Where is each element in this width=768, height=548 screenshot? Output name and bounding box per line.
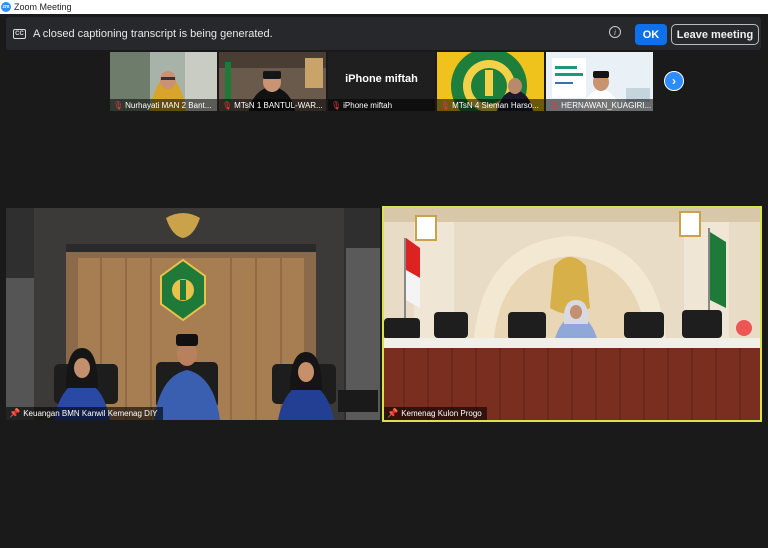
participant-thumbnail[interactable]: 🎙 MTsN 1 BANTUL-WAR... (219, 52, 326, 111)
mic-muted-icon: 🎙 (331, 100, 342, 110)
ok-button[interactable]: OK (635, 24, 667, 45)
window-titlebar: zm Zoom Meeting (0, 0, 768, 14)
participant-name: MTsN 4 Sleman Harso... (452, 100, 539, 110)
main-video-left[interactable]: 📌 Keuangan BMN Kanwil Kemenag DIY (6, 208, 380, 420)
participant-thumbnail[interactable]: 🎙 Nurhayati MAN 2 Bant... (110, 52, 217, 111)
participant-name: Kemenag Kulon Progo (401, 409, 482, 418)
mic-muted-icon: 🎙 (549, 100, 560, 110)
participant-thumbnail[interactable]: 🎙 MTsN 4 Sleman Harso... (437, 52, 544, 111)
leave-meeting-button[interactable]: Leave meeting (671, 24, 759, 45)
pin-icon: 📌 (387, 408, 399, 418)
participant-video (384, 208, 760, 420)
participant-name: iPhone miftah (343, 100, 393, 110)
participant-thumbnail[interactable]: iPhone miftah 🎙 iPhone miftah (328, 52, 435, 111)
window-title: Zoom Meeting (14, 2, 72, 12)
mic-muted-icon: 🎙 (113, 100, 124, 110)
participant-name: MTsN 1 BANTUL-WAR... (234, 100, 323, 110)
participant-thumbnail[interactable]: 🎙 HERNAWAN_KUAGIRI... (546, 52, 653, 111)
chevron-right-icon[interactable]: › (664, 71, 684, 91)
participant-name: HERNAWAN_KUAGIRI... (561, 100, 652, 110)
participant-name: Keuangan BMN Kanwil Kemenag DIY (23, 409, 158, 418)
pin-icon: 📌 (9, 408, 21, 418)
captions-message: A closed captioning transcript is being … (33, 27, 273, 40)
mic-muted-icon: 🎙 (222, 100, 233, 110)
participant-display-name: iPhone miftah (345, 73, 418, 85)
closed-caption-icon: CC (13, 28, 26, 39)
captions-notice-bar: CC A closed captioning transcript is bei… (6, 17, 761, 50)
participant-video (6, 208, 380, 420)
participant-name: Nurhayati MAN 2 Bant... (125, 100, 212, 110)
mic-muted-icon: 🎙 (440, 100, 451, 110)
zoom-logo-icon: zm (1, 2, 11, 12)
info-icon[interactable]: i (609, 26, 621, 38)
main-video-active-speaker[interactable]: 📌 Kemenag Kulon Progo (382, 206, 762, 422)
